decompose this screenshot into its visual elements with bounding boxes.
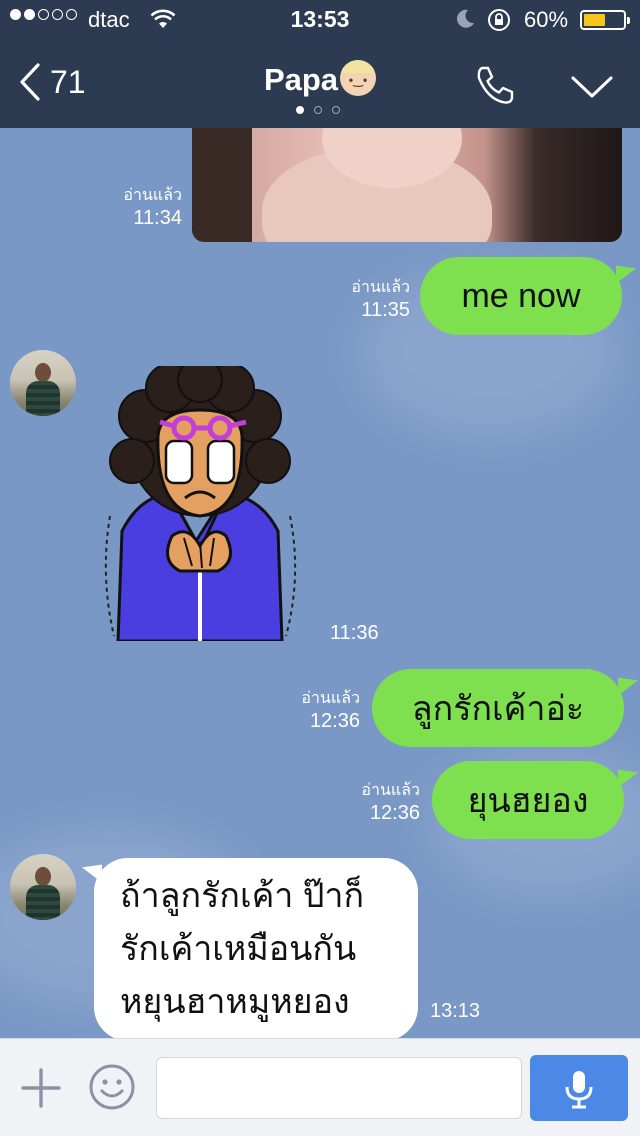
- plus-icon[interactable]: [20, 1067, 62, 1109]
- outgoing-message-bubble[interactable]: me now: [420, 257, 622, 335]
- message-text: ลูกรักเค้าอ่ะ: [411, 690, 585, 728]
- message-time: 11:35: [361, 299, 410, 321]
- message-meta: อ่านแล้ว 12:36: [320, 781, 420, 826]
- message-input[interactable]: [156, 1057, 522, 1119]
- message-composer: [0, 1038, 640, 1136]
- read-receipt: อ่านแล้ว: [351, 279, 410, 296]
- smiley-icon[interactable]: [88, 1063, 136, 1111]
- message-time: 12:36: [369, 802, 420, 824]
- message-line: ถ้าลูกรักเค้า ป๊าก็: [120, 877, 365, 915]
- message-text: ยุนฮยอง: [467, 782, 589, 820]
- outgoing-message-bubble[interactable]: ลูกรักเค้าอ่ะ: [372, 669, 624, 747]
- message-meta: อ่านแล้ว 12:36: [260, 689, 360, 734]
- crying-man-sticker[interactable]: [100, 366, 300, 641]
- sent-photo[interactable]: [192, 128, 622, 242]
- moon-icon: [457, 9, 474, 28]
- chat-title[interactable]: Papa: [0, 60, 640, 98]
- status-bar: dtac 13:53 60%: [0, 0, 640, 40]
- read-receipt: อ่านแล้ว: [123, 187, 182, 204]
- page-dot: [332, 106, 340, 114]
- message-text: me now: [461, 276, 581, 315]
- page-dot: [296, 106, 304, 114]
- microphone-icon: [565, 1071, 593, 1109]
- page-indicator: [296, 106, 340, 114]
- page-dot: [314, 106, 322, 114]
- outgoing-message-bubble[interactable]: ยุนฮยอง: [432, 761, 624, 839]
- message-time: 12:36: [309, 710, 360, 732]
- phone-icon[interactable]: [474, 64, 516, 106]
- contact-avatar[interactable]: [10, 854, 76, 920]
- blond-face-emoji-icon: [340, 60, 377, 96]
- message-line: หยุนฮาหมูหยอง: [120, 983, 350, 1021]
- rotation-lock-icon: [488, 9, 510, 31]
- message-line: รักเค้าเหมือนกัน: [120, 930, 357, 968]
- message-meta: อ่านแล้ว 11:34: [100, 186, 182, 231]
- battery-icon: [580, 10, 630, 30]
- chat-area[interactable]: อ่านแล้ว 11:34 อ่านแล้ว 11:35 me now 11:…: [0, 128, 640, 1038]
- chat-title-text: Papa: [263, 62, 339, 97]
- read-receipt: อ่านแล้ว: [301, 690, 360, 707]
- message-time: 11:34: [133, 207, 182, 229]
- read-receipt: อ่านแล้ว: [361, 782, 420, 799]
- chevron-down-icon[interactable]: [570, 70, 614, 102]
- message-meta: อ่านแล้ว 11:35: [300, 278, 410, 323]
- message-time: 11:36: [330, 622, 379, 644]
- incoming-message-bubble[interactable]: ถ้าลูกรักเค้า ป๊าก็ รักเค้าเหมือนกัน หยุ…: [94, 858, 418, 1038]
- battery-percent: 60%: [524, 7, 569, 32]
- contact-avatar[interactable]: [10, 350, 76, 416]
- voice-message-button[interactable]: [530, 1055, 628, 1121]
- top-bar: dtac 13:53 60% 71 Papa: [0, 0, 640, 128]
- message-time: 13:13: [430, 1000, 481, 1022]
